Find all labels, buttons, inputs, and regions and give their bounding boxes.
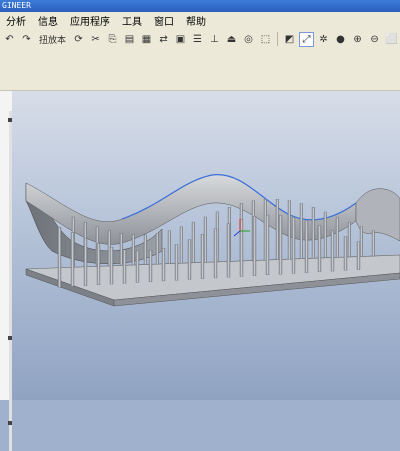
toolbar-separator: [277, 32, 279, 46]
sketch-icon[interactable]: ◩: [282, 32, 297, 47]
pin: [167, 230, 171, 264]
menu-info[interactable]: 信息: [32, 13, 64, 28]
title-bar: GINEER: [0, 0, 400, 12]
settings-icon[interactable]: ✲: [316, 32, 331, 47]
zoom-out-icon[interactable]: ⊖: [367, 32, 382, 47]
pin: [287, 200, 291, 260]
pin: [57, 226, 62, 288]
pin: [311, 207, 315, 259]
toolbar-area: [0, 49, 400, 91]
menu-tools[interactable]: 工具: [116, 13, 148, 28]
menu-applications[interactable]: 应用程序: [64, 13, 116, 28]
pin: [83, 237, 88, 286]
pin: [359, 226, 363, 257]
binoculars-icon[interactable]: ◎: [241, 32, 256, 47]
pin: [148, 250, 153, 282]
zoom-in-icon[interactable]: ⊕: [350, 32, 365, 47]
shading-icon[interactable]: ●: [333, 32, 348, 47]
pin: [191, 221, 195, 263]
pin: [119, 233, 123, 266]
refit-icon[interactable]: ⬜: [384, 32, 399, 47]
splitter-handle[interactable]: [8, 421, 12, 425]
pin: [335, 216, 339, 258]
pin: [275, 199, 279, 260]
pin: [304, 220, 309, 273]
selection-box-icon[interactable]: ⬚: [258, 32, 273, 47]
pin: [135, 250, 140, 283]
cut-icon[interactable]: ✂: [88, 32, 103, 47]
3d-model: [25, 174, 400, 307]
regenerate-icon[interactable]: ⟳: [71, 32, 86, 47]
redo-icon[interactable]: ↷: [19, 32, 34, 47]
pin: [161, 247, 166, 282]
redo-list-button[interactable]: 扭放本: [36, 32, 69, 47]
find-icon[interactable]: ▣: [173, 32, 188, 47]
pin: [187, 239, 192, 280]
menu-window[interactable]: 窗口: [148, 13, 180, 28]
main-toolbar: ↶ ↷ 扭放本 ⟳ ✂ ⎘ ▤ ▦ ⇄ ▣ ☰ ⊥ ⏏ ◎ ⬚ ◩ ⤢ ✲ ● …: [0, 29, 400, 49]
pin: [143, 234, 147, 265]
pin: [226, 223, 231, 278]
menu-help[interactable]: 帮助: [180, 13, 212, 28]
window-title: GINEER: [2, 1, 31, 10]
menu-bar: 分析 信息 应用程序 工具 窗口 帮助: [0, 12, 400, 30]
pin: [323, 211, 327, 258]
pin: [278, 215, 283, 275]
pin: [213, 228, 218, 279]
pin: [70, 232, 75, 287]
pin: [317, 225, 322, 272]
layer-icon[interactable]: ☰: [190, 32, 205, 47]
datum-icon[interactable]: ⊥: [207, 32, 222, 47]
pin: [356, 241, 361, 270]
pin: [203, 216, 207, 263]
pin: [174, 244, 179, 281]
pin: [330, 230, 335, 272]
paste-icon[interactable]: ▤: [122, 32, 137, 47]
pin: [131, 234, 135, 266]
pin: [155, 233, 159, 265]
view-manager-icon[interactable]: ⏏: [224, 32, 239, 47]
datum-axis-icon[interactable]: ⤢: [299, 31, 315, 47]
menu-analysis[interactable]: 分析: [0, 13, 32, 28]
pin: [291, 217, 296, 274]
paste-special-icon[interactable]: ▦: [139, 32, 154, 47]
pin: [299, 203, 303, 259]
pin: [96, 242, 101, 285]
copy-icon[interactable]: ⎘: [105, 32, 120, 47]
regenerate-model-icon[interactable]: ⇄: [156, 32, 171, 47]
pin: [122, 249, 127, 284]
pin: [200, 234, 205, 279]
pin: [371, 230, 375, 257]
pin: [179, 226, 183, 264]
undo-icon[interactable]: ↶: [2, 32, 17, 47]
pin: [265, 214, 270, 276]
pin: [343, 236, 348, 271]
graphics-viewport[interactable]: [12, 91, 400, 400]
pin: [109, 247, 114, 285]
pin: [347, 221, 351, 258]
pin: [252, 216, 257, 276]
